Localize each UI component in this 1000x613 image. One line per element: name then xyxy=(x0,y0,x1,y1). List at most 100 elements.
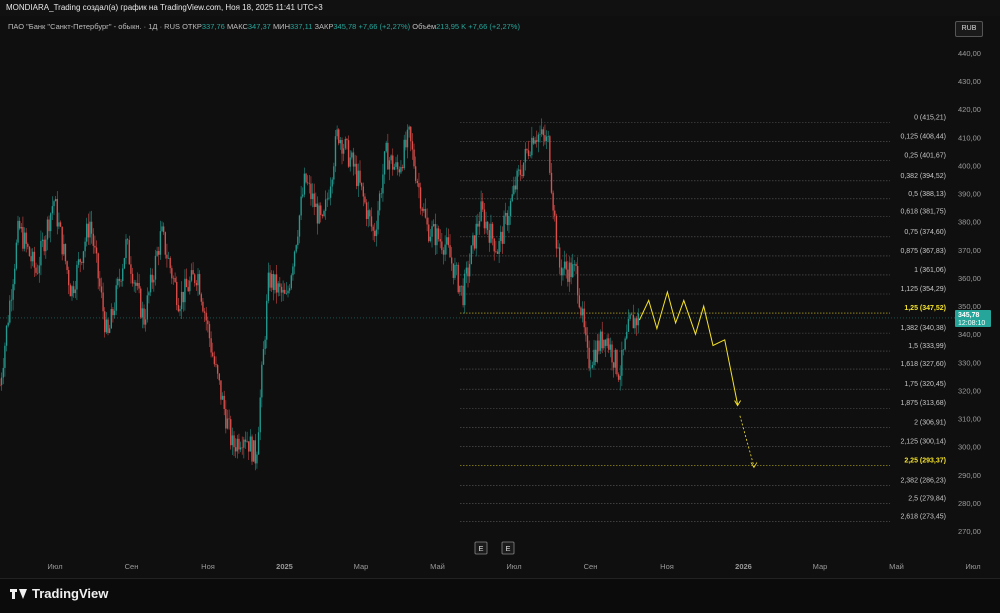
candle-body xyxy=(408,126,410,130)
candle-body xyxy=(630,314,633,316)
candle-body xyxy=(352,152,355,167)
candle-body xyxy=(608,338,610,350)
candle-body xyxy=(527,150,530,156)
candle-body xyxy=(198,274,201,295)
candle-body xyxy=(238,438,240,450)
candle-body xyxy=(459,285,461,293)
candle-body xyxy=(532,137,535,144)
candle-body xyxy=(426,217,428,225)
candle-body xyxy=(483,209,486,229)
candle-body xyxy=(506,212,509,226)
candle-body xyxy=(58,222,60,227)
candle-body xyxy=(282,289,284,293)
candle-body xyxy=(514,185,517,190)
candle-body xyxy=(491,223,494,239)
candle-body xyxy=(383,151,386,175)
candle-body xyxy=(392,155,394,170)
candle-body xyxy=(586,335,589,348)
candle-body xyxy=(339,140,342,144)
candle-body xyxy=(279,283,281,287)
fib-level-label: 2,618 (273,45) xyxy=(900,513,946,520)
candle-body xyxy=(156,251,158,256)
candle-body xyxy=(465,267,468,274)
candle-body xyxy=(41,239,44,241)
candle-body xyxy=(215,364,217,366)
candle-body xyxy=(234,447,237,452)
candle-body xyxy=(269,272,271,288)
candle-body xyxy=(0,384,1,386)
candle-body xyxy=(105,319,108,333)
candle-body xyxy=(225,408,227,429)
candle-body xyxy=(455,264,458,266)
candle-body xyxy=(617,374,620,380)
candle-body xyxy=(326,198,328,200)
fib-level-label: 1 (361,06) xyxy=(914,267,946,274)
candle-body xyxy=(555,215,558,249)
tradingview-logo[interactable]: TradingView xyxy=(10,586,108,601)
candle-body xyxy=(256,454,258,464)
candle-body xyxy=(84,241,86,252)
fib-level-label: 1,875 (313,68) xyxy=(900,400,946,407)
candle-body xyxy=(272,274,274,290)
projection-path xyxy=(638,290,739,405)
candle-body xyxy=(303,173,306,195)
candle-body xyxy=(249,436,252,452)
candle-body xyxy=(153,279,155,283)
candle-body xyxy=(136,282,139,286)
candle-body xyxy=(531,137,533,156)
candle-body xyxy=(565,261,567,270)
candle-body xyxy=(185,278,188,288)
candle-body xyxy=(140,288,142,318)
candle-body xyxy=(591,365,594,368)
y-tick-label: 340,00 xyxy=(958,330,981,339)
candle-body xyxy=(411,141,414,150)
candle-body xyxy=(207,320,209,325)
candle-body xyxy=(503,215,505,244)
candle-body xyxy=(488,230,491,243)
candle-body xyxy=(518,169,520,171)
fib-level-label: 0,5 (388,13) xyxy=(908,191,946,198)
earnings-event-label: E xyxy=(478,544,483,553)
candle-body xyxy=(467,267,469,277)
candle-body xyxy=(509,200,512,217)
fib-level-label: 0,382 (394,52) xyxy=(900,173,946,180)
candle-body xyxy=(346,138,348,141)
candle-body xyxy=(223,395,225,409)
candle-body xyxy=(324,199,327,211)
candle-body xyxy=(439,239,441,242)
candle-body xyxy=(131,273,134,284)
candle-body xyxy=(161,226,163,232)
x-tick-label: Май xyxy=(430,562,445,571)
candle-body xyxy=(252,440,255,462)
candle-body xyxy=(513,185,515,195)
candle-body xyxy=(167,257,170,259)
candle-body xyxy=(158,251,160,255)
brand-name: TradingView xyxy=(32,586,109,601)
candle-body xyxy=(441,241,443,251)
candle-body xyxy=(482,201,484,210)
candle-body xyxy=(598,340,600,351)
candle-body xyxy=(387,142,389,170)
candle-body xyxy=(431,226,433,237)
candle-body xyxy=(4,345,6,368)
candle-body xyxy=(146,295,148,320)
candle-body xyxy=(112,309,114,316)
last-price-value: 345,78 xyxy=(958,312,980,319)
candle-body xyxy=(462,285,464,306)
candle-body xyxy=(576,266,579,296)
candle-body xyxy=(92,233,94,246)
candle-body xyxy=(372,226,374,231)
candle-body xyxy=(318,205,320,224)
candle-body xyxy=(90,221,93,234)
candle-body xyxy=(17,220,19,243)
candle-body xyxy=(254,440,256,464)
candle-body xyxy=(599,331,602,351)
candle-body xyxy=(486,221,489,231)
candle-body xyxy=(25,232,27,244)
candle-body xyxy=(357,170,360,187)
candle-body xyxy=(38,265,40,274)
candle-body xyxy=(406,129,409,148)
candle-body xyxy=(477,223,479,227)
candle-body xyxy=(267,272,270,301)
price-chart[interactable]: 440,00 430,00 420,00 410,00 400,00 390,00 380,… xyxy=(0,0,1000,578)
